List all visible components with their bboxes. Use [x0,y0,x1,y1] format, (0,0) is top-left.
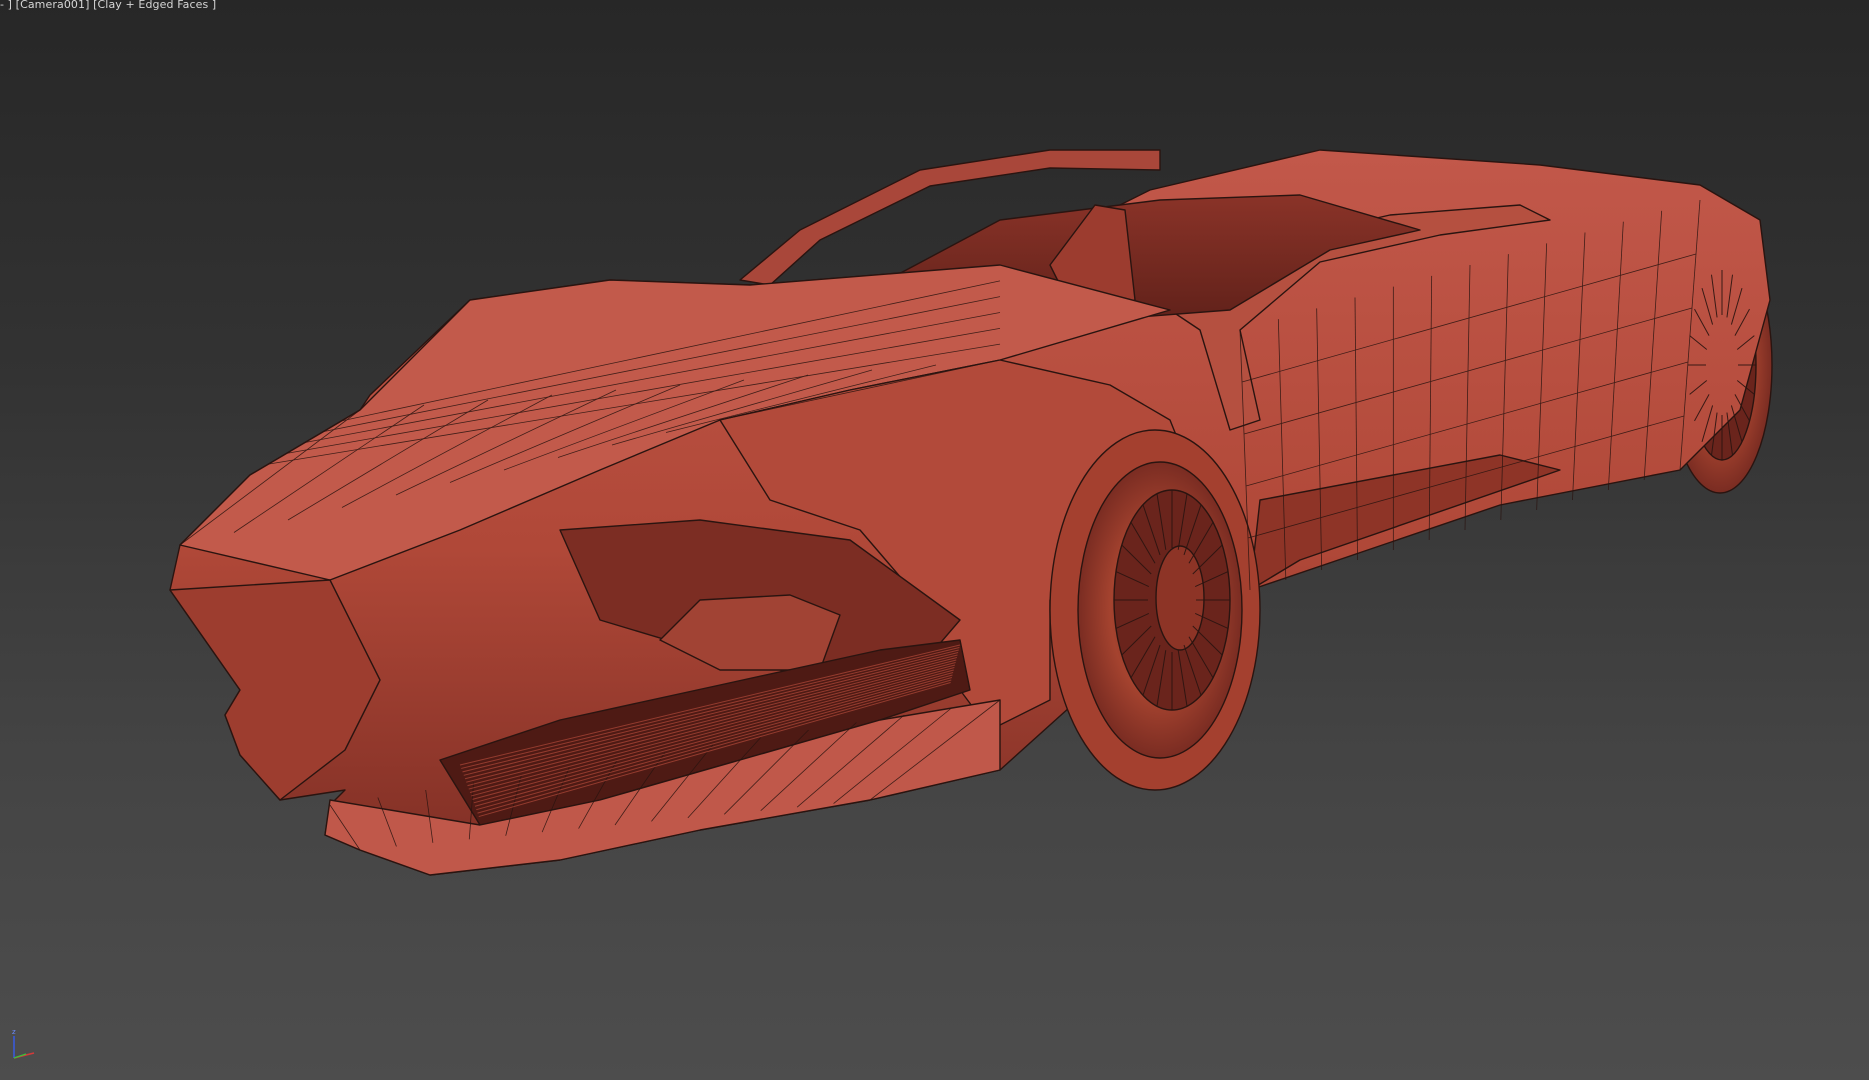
viewport[interactable]: - ] [Camera001] [Clay + Edged Faces ] z [0,0,1869,1080]
z-axis-label: z [12,1028,16,1036]
car-model[interactable] [0,0,1869,1080]
front-wheel [1049,429,1261,791]
axis-gizmo: z [12,1028,35,1059]
